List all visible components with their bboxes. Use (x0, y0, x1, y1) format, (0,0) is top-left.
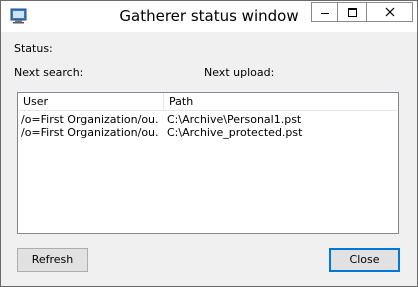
gatherer-status-window: Gatherer status window Status: Next sear… (0, 0, 418, 287)
column-header-path[interactable]: Path (164, 93, 398, 110)
maximize-icon (348, 8, 357, 17)
minimize-icon (321, 13, 329, 14)
cell-user: /o=First Organization/ou... (21, 113, 159, 126)
table-row[interactable]: /o=First Organization/ou... C:\Archive\P… (18, 113, 398, 127)
next-search-label: Next search: (14, 66, 84, 79)
title-bar[interactable]: Gatherer status window (1, 1, 417, 32)
cell-user: /o=First Organization/ou... (21, 126, 159, 139)
list-header: User Path (18, 93, 398, 111)
refresh-button[interactable]: Refresh (17, 248, 88, 272)
maximize-button[interactable] (337, 2, 367, 22)
minimize-button[interactable] (311, 2, 338, 22)
gatherer-list-view[interactable]: User Path /o=First Organization/ou... C:… (17, 92, 399, 234)
next-upload-label: Next upload: (204, 66, 275, 79)
table-row[interactable]: /o=First Organization/ou... C:\Archive_p… (18, 126, 398, 140)
column-header-user[interactable]: User (18, 93, 164, 110)
cell-path: C:\Archive\Personal1.pst (167, 113, 302, 126)
close-window-button[interactable] (366, 2, 413, 22)
cell-path: C:\Archive_protected.pst (167, 126, 303, 139)
close-button[interactable]: Close (329, 248, 400, 272)
status-label: Status: (14, 42, 53, 55)
close-icon (385, 7, 395, 17)
